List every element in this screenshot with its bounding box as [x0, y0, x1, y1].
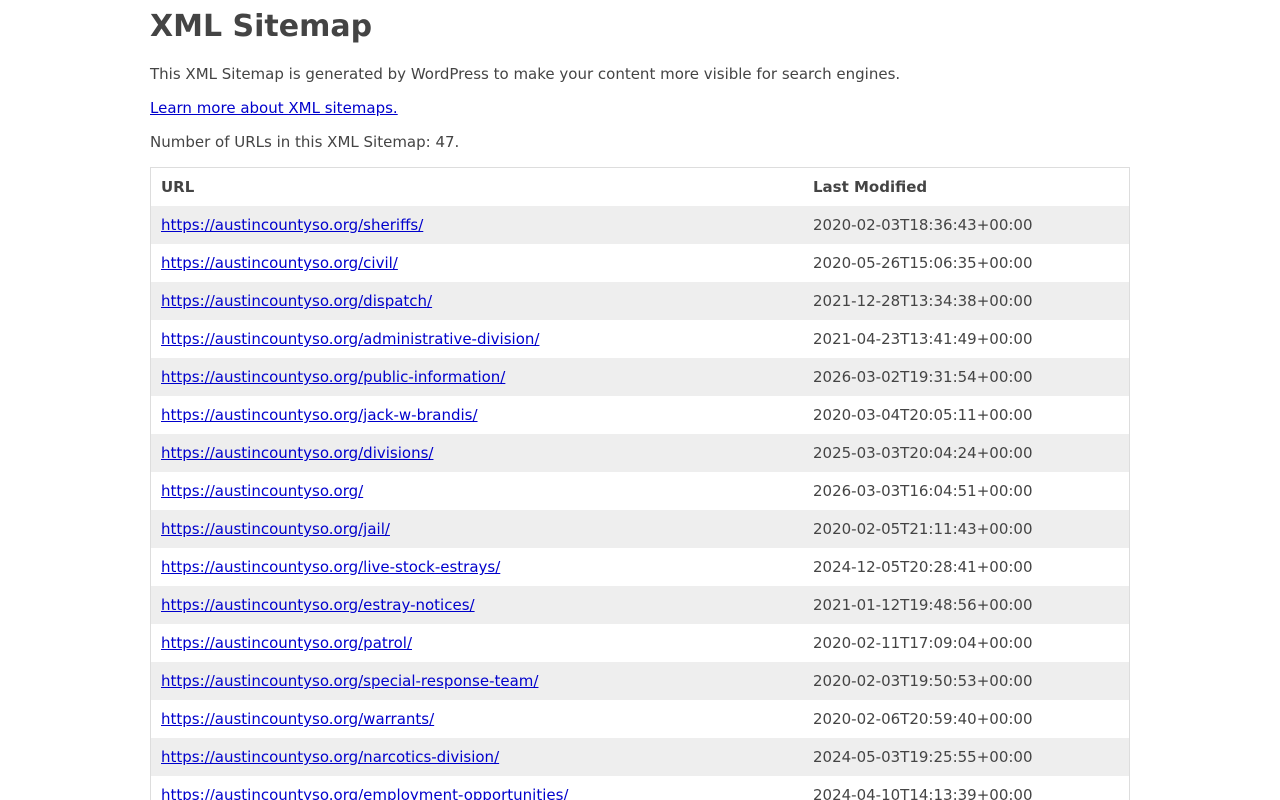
- table-row: https://austincountyso.org/employment-op…: [151, 776, 1129, 800]
- table-row: https://austincountyso.org/jail/ 2020-02…: [151, 510, 1129, 548]
- url-cell: https://austincountyso.org/divisions/: [151, 434, 803, 472]
- last-modified-cell: 2026-03-03T16:04:51+00:00: [813, 482, 1033, 500]
- last-modified-cell: 2024-05-03T19:25:55+00:00: [813, 748, 1033, 766]
- url-link[interactable]: https://austincountyso.org/special-respo…: [161, 672, 538, 690]
- last-modified-cell: 2020-03-04T20:05:11+00:00: [813, 406, 1033, 424]
- sitemap-table-body: https://austincountyso.org/sheriffs/ 202…: [151, 206, 1129, 800]
- url-link[interactable]: https://austincountyso.org/estray-notice…: [161, 596, 475, 614]
- url-link[interactable]: https://austincountyso.org/administrativ…: [161, 330, 539, 348]
- url-link[interactable]: https://austincountyso.org/live-stock-es…: [161, 558, 500, 576]
- last-modified-cell: 2021-12-28T13:34:38+00:00: [813, 292, 1033, 310]
- url-link[interactable]: https://austincountyso.org/civil/: [161, 254, 398, 272]
- url-cell: https://austincountyso.org/employment-op…: [151, 776, 803, 800]
- last-modified-cell: 2020-02-05T21:11:43+00:00: [813, 520, 1033, 538]
- url-cell: https://austincountyso.org/warrants/: [151, 700, 803, 738]
- url-link[interactable]: https://austincountyso.org/employment-op…: [161, 786, 568, 800]
- url-link[interactable]: https://austincountyso.org/warrants/: [161, 710, 434, 728]
- url-cell: https://austincountyso.org/public-inform…: [151, 358, 803, 396]
- last-modified-cell: 2020-02-03T18:36:43+00:00: [813, 216, 1033, 234]
- url-cell: https://austincountyso.org/estray-notice…: [151, 586, 803, 624]
- url-cell: https://austincountyso.org/civil/: [151, 244, 803, 282]
- table-row: https://austincountyso.org/patrol/ 2020-…: [151, 624, 1129, 662]
- sitemap-table-container: URL Last Modified https://austincountyso…: [150, 167, 1130, 800]
- table-row: https://austincountyso.org/estray-notice…: [151, 586, 1129, 624]
- url-cell: https://austincountyso.org/: [151, 472, 803, 510]
- table-header-row: URL Last Modified: [151, 168, 1129, 206]
- last-modified-cell: 2024-04-10T14:13:39+00:00: [813, 786, 1033, 800]
- table-row: https://austincountyso.org/narcotics-div…: [151, 738, 1129, 776]
- learn-more-paragraph: Learn more about XML sitemaps.: [150, 98, 398, 118]
- last-modified-cell: 2025-03-03T20:04:24+00:00: [813, 444, 1033, 462]
- table-row: https://austincountyso.org/live-stock-es…: [151, 548, 1129, 586]
- table-row: https://austincountyso.org/dispatch/ 202…: [151, 282, 1129, 320]
- url-cell: https://austincountyso.org/sheriffs/: [151, 206, 803, 244]
- column-header-url: URL: [161, 178, 195, 196]
- table-row: https://austincountyso.org/special-respo…: [151, 662, 1129, 700]
- url-cell: https://austincountyso.org/live-stock-es…: [151, 548, 803, 586]
- url-cell: https://austincountyso.org/narcotics-div…: [151, 738, 803, 776]
- url-link[interactable]: https://austincountyso.org/public-inform…: [161, 368, 505, 386]
- table-row: https://austincountyso.org/warrants/ 202…: [151, 700, 1129, 738]
- last-modified-cell: 2021-01-12T19:48:56+00:00: [813, 596, 1033, 614]
- column-header-last-modified: Last Modified: [813, 178, 928, 196]
- url-count: Number of URLs in this XML Sitemap: 47.: [150, 133, 460, 151]
- url-link[interactable]: https://austincountyso.org/jack-w-brandi…: [161, 406, 478, 424]
- table-row: https://austincountyso.org/administrativ…: [151, 320, 1129, 358]
- table-row: https://austincountyso.org/divisions/ 20…: [151, 434, 1129, 472]
- last-modified-cell: 2020-02-11T17:09:04+00:00: [813, 634, 1033, 652]
- url-cell: https://austincountyso.org/jail/: [151, 510, 803, 548]
- url-link[interactable]: https://austincountyso.org/narcotics-div…: [161, 748, 499, 766]
- table-row: https://austincountyso.org/jack-w-brandi…: [151, 396, 1129, 434]
- last-modified-cell: 2020-02-03T19:50:53+00:00: [813, 672, 1033, 690]
- url-cell: https://austincountyso.org/jack-w-brandi…: [151, 396, 803, 434]
- url-cell: https://austincountyso.org/administrativ…: [151, 320, 803, 358]
- url-link[interactable]: https://austincountyso.org/: [161, 482, 363, 500]
- last-modified-cell: 2020-05-26T15:06:35+00:00: [813, 254, 1033, 272]
- url-link[interactable]: https://austincountyso.org/divisions/: [161, 444, 433, 462]
- url-link[interactable]: https://austincountyso.org/sheriffs/: [161, 216, 423, 234]
- url-link[interactable]: https://austincountyso.org/jail/: [161, 520, 390, 538]
- table-row: https://austincountyso.org/civil/ 2020-0…: [151, 244, 1129, 282]
- last-modified-cell: 2024-12-05T20:28:41+00:00: [813, 558, 1033, 576]
- sitemap-description: This XML Sitemap is generated by WordPre…: [150, 65, 901, 83]
- last-modified-cell: 2026-03-02T19:31:54+00:00: [813, 368, 1033, 386]
- url-link[interactable]: https://austincountyso.org/dispatch/: [161, 292, 432, 310]
- url-cell: https://austincountyso.org/dispatch/: [151, 282, 803, 320]
- url-link[interactable]: https://austincountyso.org/patrol/: [161, 634, 412, 652]
- url-cell: https://austincountyso.org/patrol/: [151, 624, 803, 662]
- sitemap-table: URL Last Modified https://austincountyso…: [151, 168, 1129, 800]
- table-row: https://austincountyso.org/sheriffs/ 202…: [151, 206, 1129, 244]
- last-modified-cell: 2020-02-06T20:59:40+00:00: [813, 710, 1033, 728]
- table-row: https://austincountyso.org/public-inform…: [151, 358, 1129, 396]
- learn-more-link[interactable]: Learn more about XML sitemaps.: [150, 99, 398, 117]
- url-cell: https://austincountyso.org/special-respo…: [151, 662, 803, 700]
- last-modified-cell: 2021-04-23T13:41:49+00:00: [813, 330, 1033, 348]
- table-row: https://austincountyso.org/ 2026-03-03T1…: [151, 472, 1129, 510]
- page-title: XML Sitemap: [150, 9, 373, 44]
